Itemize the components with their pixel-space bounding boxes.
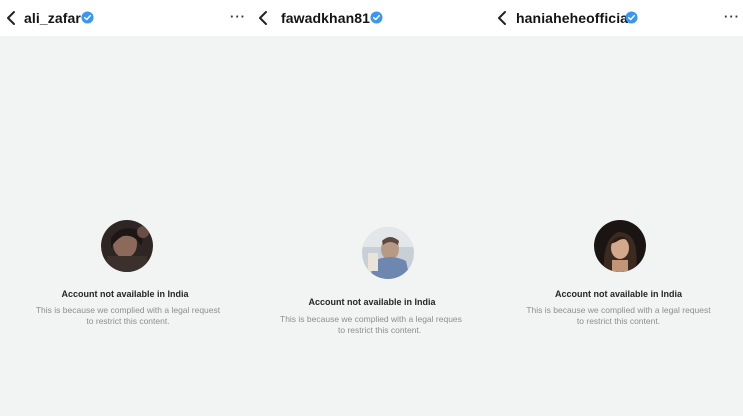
profile-header: fawadkhan81 <box>250 0 494 36</box>
chevron-left-icon[interactable] <box>255 9 273 27</box>
verified-badge-icon <box>370 11 383 24</box>
more-options-icon[interactable]: ··· <box>724 9 740 24</box>
more-options-icon[interactable]: ··· <box>230 9 246 24</box>
username: ali_zafar <box>24 10 81 26</box>
verified-badge-icon <box>81 11 94 24</box>
unavailable-title: Account not available in India <box>554 289 683 299</box>
unavailable-description: This is because we complied with a legal… <box>0 305 256 327</box>
description-line: to restrict this content. <box>338 325 422 335</box>
profile-panel-fawadkhan81: fawadkhan81 Account not available in Ind… <box>250 0 494 416</box>
profile-panel-ali-zafar: ali_zafar ··· Account not available in I… <box>0 0 250 416</box>
unavailable-title: Account not available in India <box>308 297 436 307</box>
unavailable-title: Account not available in India <box>61 289 189 299</box>
username: haniaheheofficial <box>516 10 633 26</box>
description-line: to restrict this content. <box>576 316 661 326</box>
avatar <box>101 220 153 272</box>
unavailable-description: This is because we complied with a legal… <box>494 305 743 327</box>
profile-header: haniaheheofficial ··· <box>494 0 743 36</box>
description-line: This is because we complied with a legal… <box>35 305 221 315</box>
description-line: This is because we complied with a legal… <box>526 305 711 315</box>
chevron-left-icon[interactable] <box>3 9 21 27</box>
description-line: to restrict this content. <box>86 316 170 326</box>
avatar <box>362 227 414 279</box>
avatar <box>594 220 646 272</box>
verified-badge-icon <box>625 11 638 24</box>
unavailable-description: This is because we complied with a legal… <box>280 314 494 336</box>
description-line: This is because we complied with a legal… <box>280 314 462 324</box>
profile-header: ali_zafar ··· <box>0 0 250 36</box>
username: fawadkhan81 <box>281 10 371 26</box>
chevron-left-icon[interactable] <box>494 9 512 27</box>
profile-panel-haniaheheofficial: haniaheheofficial ··· Account not availa… <box>494 0 743 416</box>
